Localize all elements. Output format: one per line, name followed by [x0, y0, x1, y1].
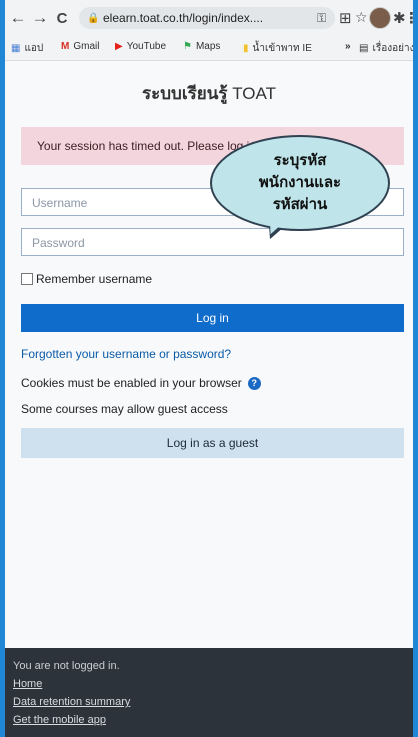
avatar[interactable]: [369, 7, 391, 29]
site-title-rest: TOAT: [227, 84, 276, 103]
bookmark-apps[interactable]: ▦ แอป: [11, 41, 43, 56]
bookmark-label: YouTube: [126, 41, 166, 52]
bookmark-label: Maps: [195, 41, 221, 52]
guest-login-button[interactable]: Log in as a guest: [21, 428, 404, 458]
callout-bubble: ระบุรหัส พนักงานและ รหัสผ่าน: [210, 135, 390, 231]
bookmark-reading-list[interactable]: ▤ เรื่องอย่าง: [359, 41, 413, 56]
login-status: You are not logged in.: [13, 660, 120, 672]
star-icon[interactable]: ☆: [355, 9, 368, 26]
gmail-icon: M: [61, 41, 70, 52]
bookmark-folder[interactable]: ▮ น้ำเข้าพาท IE: [243, 41, 312, 56]
bookmark-label: แอป: [24, 43, 44, 54]
forward-icon[interactable]: →: [31, 8, 49, 28]
callout-line: พนักงานและ: [258, 174, 342, 191]
page-title: ระบบเรียนรู้ TOAT: [5, 80, 413, 107]
bookmarks-bar: ▦ แอป M Gmail ▶ YouTube ⚑ Maps ▮ น้ำเข้า…: [5, 36, 413, 61]
key-icon[interactable]: ⚿: [317, 11, 335, 26]
cookies-note: Cookies must be enabled in your browser …: [21, 376, 261, 390]
callout-line: รหัสผ่าน: [272, 196, 328, 213]
password-input[interactable]: Password: [21, 228, 404, 256]
lock-icon: 🔒: [87, 12, 100, 24]
bookmark-label: Gmail: [73, 41, 100, 52]
apps-icon: ▦: [11, 43, 21, 54]
site-title-bold: ระบบเรียนรู้: [142, 84, 228, 103]
menu-icon[interactable]: ⋮: [404, 9, 413, 27]
browser-toolbar: ← → C 🔒 elearn.toat.co.th/login/index...…: [5, 0, 413, 36]
address-url[interactable]: elearn.toat.co.th/login/index....: [103, 11, 317, 25]
install-icon[interactable]: ⊞: [339, 9, 352, 27]
bookmark-gmail[interactable]: M Gmail: [61, 41, 99, 52]
remember-label: Remember username: [36, 272, 153, 286]
bookmark-youtube[interactable]: ▶ YouTube: [115, 41, 166, 52]
bookmark-label: เรื่องอย่าง: [372, 43, 413, 54]
phone-screen: ← → C 🔒 elearn.toat.co.th/login/index...…: [5, 0, 413, 737]
page-footer: You are not logged in. Home Data retenti…: [5, 648, 413, 737]
mobile-app-link[interactable]: Get the mobile app: [13, 714, 106, 726]
cookies-text: Cookies must be enabled in your browser: [21, 376, 242, 390]
back-icon[interactable]: ←: [9, 8, 27, 28]
bookmark-label: น้ำเข้าพาท IE: [252, 43, 312, 54]
login-button[interactable]: Log in: [21, 304, 404, 332]
youtube-icon: ▶: [115, 41, 123, 52]
home-link[interactable]: Home: [13, 678, 42, 690]
remember-checkbox[interactable]: [21, 273, 33, 285]
address-bar[interactable]: 🔒 elearn.toat.co.th/login/index.... ⚿: [79, 7, 335, 29]
reload-icon[interactable]: C: [53, 10, 71, 27]
more-bookmarks[interactable]: »: [345, 41, 351, 52]
guest-access-note: Some courses may allow guest access: [21, 402, 228, 416]
forgot-password-link[interactable]: Forgotten your username or password?: [21, 347, 231, 361]
callout-line: ระบุรหัส: [273, 152, 327, 169]
help-icon[interactable]: ?: [247, 376, 261, 390]
reading-list-icon: ▤: [359, 43, 369, 54]
remember-username[interactable]: Remember username: [21, 272, 152, 286]
data-retention-link[interactable]: Data retention summary: [13, 696, 130, 708]
more-icon: »: [345, 41, 351, 52]
bookmark-maps[interactable]: ⚑ Maps: [183, 41, 220, 52]
folder-icon: ▮: [243, 43, 249, 54]
maps-icon: ⚑: [183, 41, 192, 52]
